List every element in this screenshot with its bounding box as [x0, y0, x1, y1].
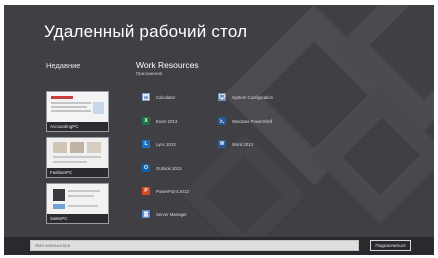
app-tile-powerpoint[interactable]: P PowerPoint 2013 — [142, 186, 189, 196]
app-label: Server Manager — [156, 211, 187, 217]
app-tile-excel[interactable]: X Excel 2013 — [142, 116, 177, 126]
recent-connection-tile[interactable]: AccountingPC — [46, 91, 109, 132]
app-label: Excel 2013 — [156, 118, 178, 124]
recent-connection-label: AccountingPC — [47, 122, 108, 131]
recent-heading: Недавние — [46, 61, 81, 70]
app-tile-windows-powershell[interactable]: Windows PowerShell — [218, 116, 272, 126]
app-label: Word 2013 — [232, 141, 253, 147]
remote-desktop-app: Удаленный рабочий стол Недавние Accounti… — [4, 5, 434, 255]
computer-name-input[interactable] — [30, 240, 359, 251]
recent-connection-tile[interactable]: FashionPC — [46, 137, 109, 178]
app-tile-system-configuration[interactable]: System Configuration — [218, 92, 273, 102]
app-tile-word[interactable]: W Word 2013 — [218, 139, 253, 149]
word-icon: W — [218, 140, 226, 148]
desktop-preview — [47, 92, 108, 122]
server-manager-icon — [142, 210, 150, 218]
recent-connection-label: FashionPC — [47, 168, 108, 177]
app-tile-calculator[interactable]: Calculator — [142, 92, 175, 102]
app-tile-lync[interactable]: L Lync 2013 — [142, 139, 176, 149]
excel-icon: X — [142, 117, 150, 125]
system-configuration-icon — [218, 93, 226, 101]
desktop-preview — [47, 138, 108, 168]
lync-icon: L — [142, 140, 150, 148]
powerpoint-icon: P — [142, 187, 150, 195]
recent-connection-label: SalesPC — [47, 214, 108, 223]
connect-button[interactable]: Подключиться — [370, 240, 411, 251]
outlook-icon: O — [142, 164, 150, 172]
workspace-subtitle: Приложения — [136, 71, 163, 76]
workspace-title: Work Resources — [136, 60, 199, 70]
app-tile-outlook[interactable]: O Outlook 2013 — [142, 163, 182, 173]
recent-connection-tile[interactable]: SalesPC — [46, 183, 109, 224]
desktop-preview — [47, 184, 108, 214]
app-label: Lync 2013 — [156, 141, 176, 147]
app-label: Calculator — [156, 94, 176, 100]
calculator-icon — [142, 93, 150, 101]
app-label: System Configuration — [232, 94, 274, 100]
page-title: Удаленный рабочий стол — [44, 22, 248, 41]
app-label: PowerPoint 2013 — [156, 188, 189, 194]
app-label: Windows PowerShell — [232, 118, 273, 124]
app-tile-server-manager[interactable]: Server Manager — [142, 209, 187, 219]
powershell-icon — [218, 117, 226, 125]
app-label: Outlook 2013 — [156, 165, 182, 171]
